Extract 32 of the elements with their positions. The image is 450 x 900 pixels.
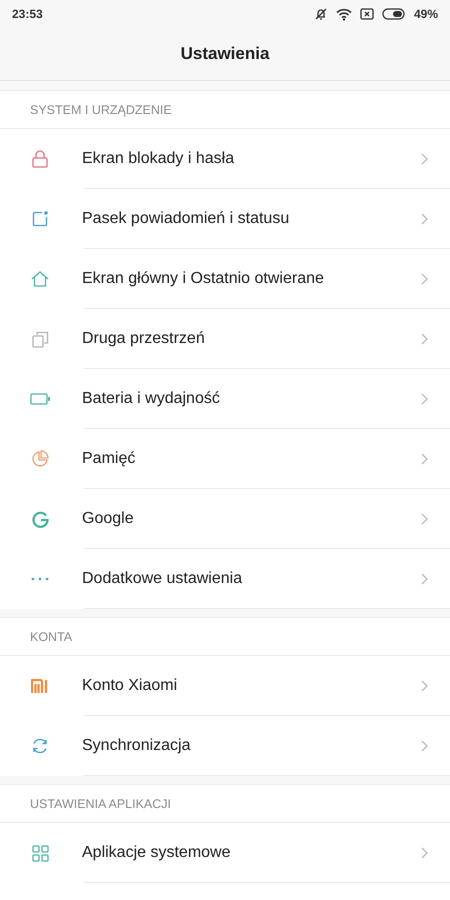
settings-item[interactable]: Pamięć: [0, 429, 450, 489]
settings-item[interactable]: Dodatkowe ustawienia: [0, 549, 450, 609]
chevron-icon: [421, 513, 428, 525]
chevron-icon: [421, 153, 428, 165]
chevron-icon: [421, 333, 428, 345]
settings-item[interactable]: Synchronizacja: [0, 716, 450, 776]
chevron-icon: [421, 273, 428, 285]
chevron-icon: [421, 393, 428, 405]
chevron-icon: [421, 740, 428, 752]
wifi-icon: [336, 8, 352, 20]
settings-item[interactable]: Pasek powiadomień i statusu: [0, 189, 450, 249]
settings-item[interactable]: Ekran główny i Ostatnio otwierane: [0, 249, 450, 309]
battery-percent: 49%: [414, 7, 438, 21]
chevron-icon: [421, 847, 428, 859]
settings-item[interactable]: Ekran blokady i hasła: [0, 129, 450, 189]
chevron-icon: [421, 453, 428, 465]
settings-item[interactable]: Aplikacje systemowe: [0, 823, 450, 883]
no-sim-icon: [360, 8, 374, 20]
settings-item[interactable]: Google: [0, 489, 450, 549]
settings-item[interactable]: Konto Xiaomi: [0, 656, 450, 716]
section-header: KONTA: [0, 618, 450, 656]
page-title: Ustawienia: [180, 44, 270, 64]
battery-icon: [382, 8, 406, 20]
status-time: 23:53: [12, 7, 43, 21]
section-header: SYSTEM I URZĄDZENIE: [0, 91, 450, 129]
chevron-icon: [421, 680, 428, 692]
chevron-icon: [421, 573, 428, 585]
muted-bell-icon: [314, 7, 328, 21]
chevron-icon: [421, 213, 428, 225]
settings-item[interactable]: Druga przestrzeń: [0, 309, 450, 369]
section-header: USTAWIENIA APLIKACJI: [0, 785, 450, 823]
settings-item[interactable]: Bateria i wydajność: [0, 369, 450, 429]
